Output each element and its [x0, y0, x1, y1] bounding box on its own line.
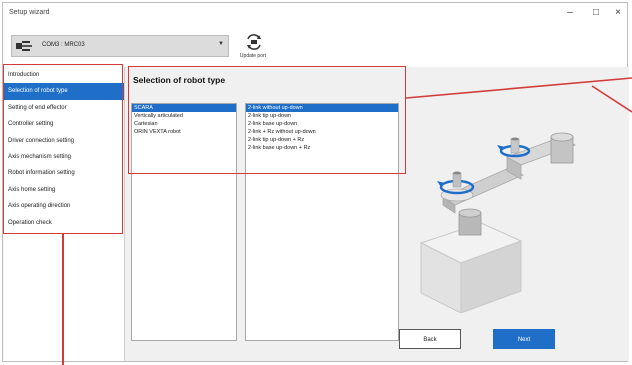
window-title: Setup wizard: [9, 9, 50, 16]
scara-robot-illustration: [419, 132, 576, 313]
toolbar: COM3 : MRC03 ▼ Update port: [3, 27, 627, 68]
update-port-button[interactable]: Update port: [233, 33, 273, 63]
chevron-down-icon: ▼: [218, 41, 224, 47]
callout-robot-type-leader-line: [406, 77, 632, 113]
port-select-value: COM3 : MRC03: [42, 42, 85, 48]
port-icon: [16, 41, 32, 51]
maximize-button[interactable]: □: [587, 6, 605, 20]
minimize-button[interactable]: –: [561, 6, 579, 20]
port-select[interactable]: COM3 : MRC03 ▼: [11, 35, 229, 57]
next-button[interactable]: Next: [493, 329, 555, 349]
callout-steps-highlight: [3, 64, 123, 234]
back-button[interactable]: Back: [399, 329, 461, 349]
update-port-label: Update port: [239, 53, 267, 59]
title-bar: Setup wizard – □ ×: [3, 3, 627, 27]
callout-steps-leader-line: [62, 234, 64, 365]
callout-robot-type-highlight: [128, 66, 406, 174]
close-button[interactable]: ×: [609, 6, 627, 20]
refresh-port-icon: [247, 34, 261, 50]
